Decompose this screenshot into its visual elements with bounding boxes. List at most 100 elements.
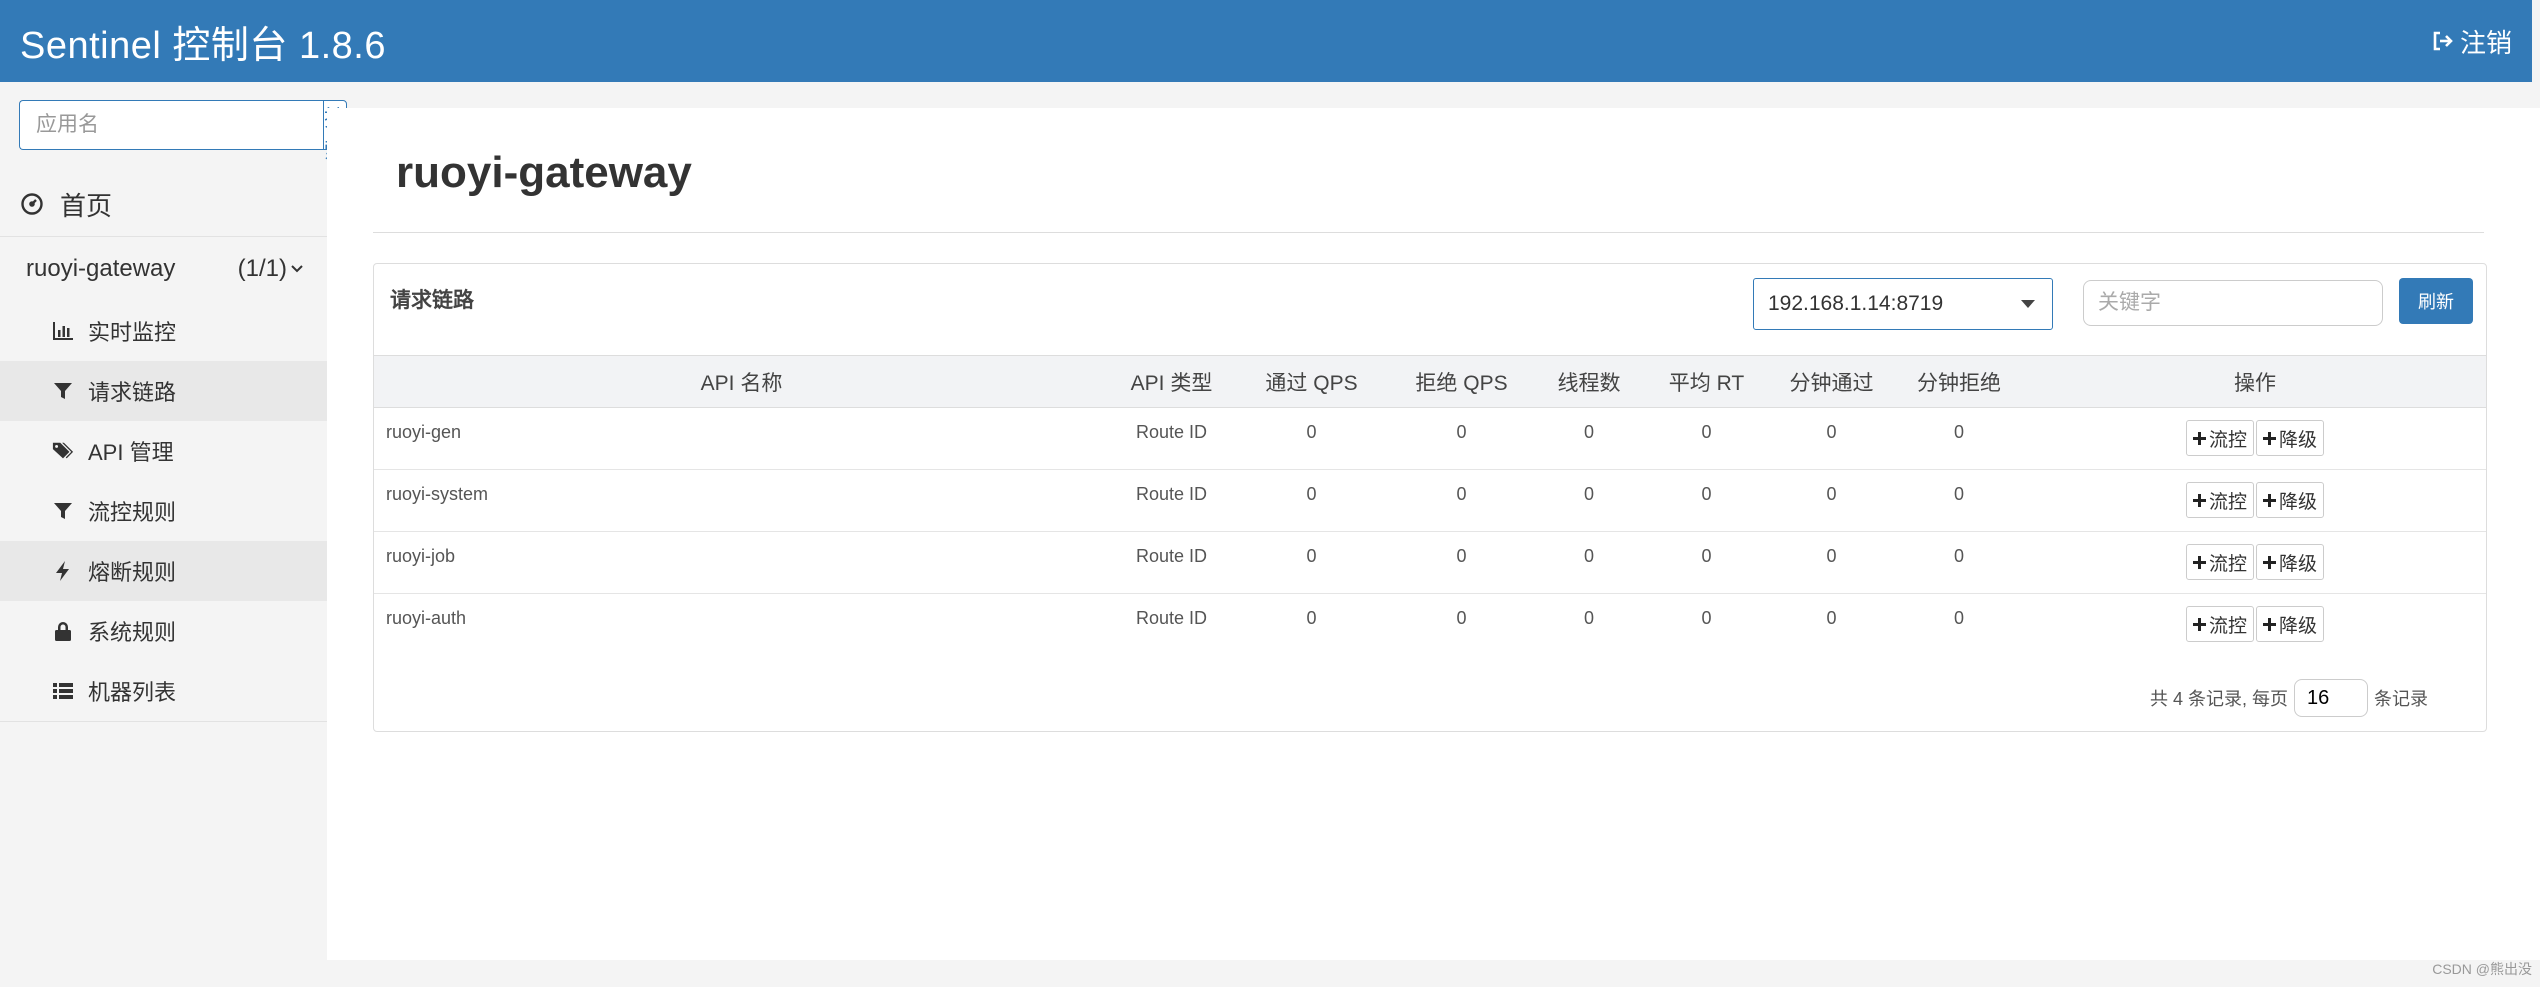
column-header: API 名称 [700, 371, 783, 395]
avg-rt-cell: 0 [1701, 546, 1712, 566]
block-qps-cell: 0 [1456, 422, 1467, 442]
logout-link[interactable]: 注销 [2430, 23, 2512, 60]
pass-qps-cell: 0 [1306, 422, 1317, 442]
api-table: API 名称 API 类型 通过 QPS 拒绝 QPS 线程数 平均 RT 分钟… [374, 355, 2486, 656]
bar-chart-icon [53, 322, 73, 340]
plus-icon [2192, 617, 2206, 631]
api-type-cell: Route ID [1135, 546, 1208, 566]
operations-cell: 流控 降级 [2024, 594, 2486, 656]
pager-suffix: 条记录 [2374, 689, 2428, 709]
button-label: 流控 [2208, 615, 2247, 637]
app-search-input[interactable] [19, 100, 323, 150]
plus-icon [2192, 493, 2206, 507]
sidebar-item-home[interactable]: 首页 [0, 172, 327, 236]
machine-select-value: 192.168.1.14:8719 [1768, 292, 1944, 315]
column-header: 操作 [2234, 371, 2276, 395]
sidebar-app-count-group: (1/1) [238, 255, 305, 283]
pass-qps-cell: 0 [1306, 608, 1317, 628]
plus-icon [2263, 555, 2276, 569]
filter-icon [54, 383, 72, 399]
app-search-group: 搜索 [19, 100, 348, 163]
plus-icon [2263, 493, 2276, 507]
plus-icon [2192, 431, 2206, 445]
add-degrade-rule-button[interactable]: 降级 [2256, 606, 2325, 642]
column-header: 拒绝 QPS [1415, 371, 1508, 395]
avg-rt-cell: 0 [1701, 484, 1712, 504]
sidebar-item-degrade-rules[interactable]: 熔断规则 [0, 541, 327, 601]
table-row: ruoyi-auth Route ID 0 0 0 0 0 0 流控 降级 [374, 594, 2486, 656]
table-header-row: API 名称 API 类型 通过 QPS 拒绝 QPS 线程数 平均 RT 分钟… [374, 355, 2486, 408]
plus-icon [2263, 617, 2276, 631]
avg-rt-cell: 0 [1701, 422, 1712, 442]
logout-label: 注销 [2459, 27, 2512, 58]
sidebar-item-api-management[interactable]: API 管理 [0, 421, 327, 481]
sidebar-item-request-chain[interactable]: 请求链路 [0, 361, 327, 421]
block-qps-cell: 0 [1456, 484, 1467, 504]
minute-pass-cell: 0 [1826, 422, 1837, 442]
sidebar-item-label: 流控规则 [88, 500, 177, 525]
list-icon [53, 683, 73, 699]
api-type-cell: Route ID [1135, 484, 1208, 504]
request-chain-panel: 请求链路 192.168.1.14:8719 刷新 API 名称 API 类型 … [373, 263, 2487, 732]
filter-icon [54, 503, 72, 519]
sidebar-item-label: 熔断规则 [88, 560, 177, 585]
sidebar-item-flow-rules[interactable]: 流控规则 [0, 481, 327, 541]
panel-header: 请求链路 192.168.1.14:8719 刷新 [374, 264, 2486, 355]
sidebar-item-system-rules[interactable]: 系统规则 [0, 601, 327, 661]
api-type-cell: Route ID [1135, 608, 1208, 628]
tags-icon [52, 442, 74, 459]
add-flow-rule-button[interactable]: 流控 [2185, 482, 2254, 518]
column-header: 通过 QPS [1265, 371, 1358, 395]
threads-cell: 0 [1583, 422, 1594, 442]
sidebar: 搜索 首页 ruoyi-gateway (1/1) 实时监控 请求链路 [0, 82, 348, 987]
add-flow-rule-button[interactable]: 流控 [2185, 420, 2254, 456]
button-label: 流控 [2208, 553, 2247, 575]
sidebar-app-name: ruoyi-gateway [26, 255, 176, 282]
button-label: 降级 [2279, 429, 2318, 451]
button-label: 降级 [2279, 491, 2318, 513]
sidebar-item-label: 实时监控 [88, 320, 177, 345]
page-size-input[interactable] [2294, 679, 2368, 717]
pass-qps-cell: 0 [1306, 484, 1317, 504]
app-title: Sentinel 控制台 1.8.6 [20, 24, 386, 67]
block-qps-cell: 0 [1456, 546, 1467, 566]
operations-cell: 流控 降级 [2024, 470, 2486, 532]
add-flow-rule-button[interactable]: 流控 [2185, 606, 2254, 642]
table-row: ruoyi-system Route ID 0 0 0 0 0 0 流控 降级 [374, 470, 2486, 532]
refresh-button[interactable]: 刷新 [2399, 278, 2473, 324]
sidebar-app-entry[interactable]: ruoyi-gateway (1/1) [0, 237, 327, 301]
keyword-search-input[interactable] [2083, 280, 2383, 326]
divider [373, 232, 2484, 233]
pagination: 共 4 条记录, 每页 条记录 [2150, 679, 2428, 717]
api-name-cell: ruoyi-job [386, 546, 456, 566]
minute-pass-cell: 0 [1826, 608, 1837, 628]
caret-down-icon [2021, 300, 2035, 308]
add-degrade-rule-button[interactable]: 降级 [2256, 482, 2325, 518]
column-header: 分钟拒绝 [1917, 371, 2001, 395]
sidebar-item-label: 请求链路 [88, 380, 177, 405]
operations-cell: 流控 降级 [2024, 408, 2486, 470]
top-navbar: Sentinel 控制台 1.8.6 注销 [0, 0, 2532, 82]
api-name-cell: ruoyi-auth [386, 608, 467, 628]
sidebar-item-machine-list[interactable]: 机器列表 [0, 661, 327, 721]
add-degrade-rule-button[interactable]: 降级 [2256, 420, 2325, 456]
sidebar-item-realtime-monitor[interactable]: 实时监控 [0, 301, 327, 361]
table-row: ruoyi-gen Route ID 0 0 0 0 0 0 流控 降级 [374, 408, 2486, 470]
dashboard-icon [21, 193, 43, 215]
api-name-cell: ruoyi-gen [386, 422, 462, 442]
minute-pass-cell: 0 [1826, 546, 1837, 566]
column-header: 平均 RT [1668, 371, 1745, 395]
button-label: 流控 [2208, 429, 2247, 451]
panel-title: 请求链路 [390, 289, 474, 312]
plus-icon [2263, 431, 2276, 445]
sign-out-icon [2433, 31, 2453, 51]
sidebar-item-label: API 管理 [88, 440, 174, 465]
machine-select[interactable]: 192.168.1.14:8719 [1753, 278, 2053, 330]
column-header: API 类型 [1130, 371, 1213, 395]
add-flow-rule-button[interactable]: 流控 [2185, 544, 2254, 580]
main-content: ruoyi-gateway 请求链路 192.168.1.14:8719 刷新 … [327, 108, 2540, 960]
bolt-icon [56, 561, 69, 581]
button-label: 降级 [2279, 553, 2318, 575]
add-degrade-rule-button[interactable]: 降级 [2256, 544, 2325, 580]
minute-block-cell: 0 [1953, 546, 1964, 566]
